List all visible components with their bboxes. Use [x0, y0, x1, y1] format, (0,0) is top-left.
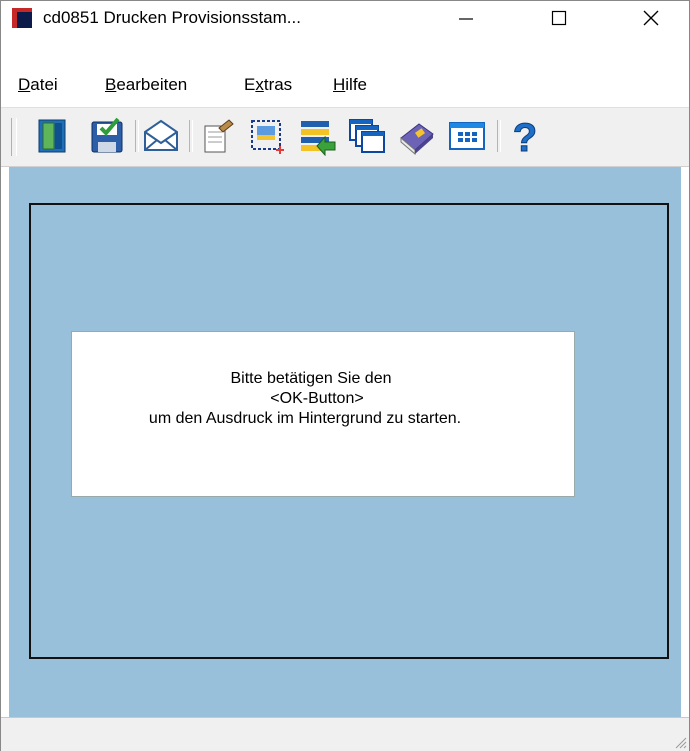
- menu-hilfe-label: ilfe: [345, 75, 368, 94]
- message-box: Bitte betätigen Sie den <OK-Button> um d…: [71, 331, 575, 497]
- message-line-3: um den Ausdruck im Hintergrund zu starte…: [148, 410, 462, 427]
- toolbar-separator: [189, 120, 193, 152]
- resize-grip-icon[interactable]: [673, 735, 687, 749]
- menu-extras-accel: x: [255, 75, 264, 94]
- grid-window-icon[interactable]: [447, 116, 487, 156]
- menu-extras-pre: E: [244, 75, 256, 94]
- maximize-icon: [551, 10, 567, 26]
- message-line-1: Bitte betätigen Sie den: [230, 370, 392, 387]
- menu-datei-accel: D: [18, 75, 31, 94]
- menu-bearbeiten-accel: B: [105, 75, 117, 94]
- menu-datei-label: atei: [30, 75, 58, 94]
- window-title: cd0851 Drucken Provisionsstam...: [43, 8, 301, 27]
- status-bar: [1, 717, 689, 751]
- toolbar: ?: [1, 107, 689, 167]
- app-icon: [12, 8, 32, 28]
- close-button[interactable]: [626, 1, 676, 35]
- toolbar-separator: [497, 120, 501, 152]
- menu-hilfe-accel: H: [333, 75, 346, 94]
- exit-door-icon[interactable]: [33, 116, 73, 156]
- menu-bearbeiten[interactable]: Bearbeiten: [105, 75, 187, 95]
- email-icon[interactable]: [141, 116, 181, 156]
- menu-datei[interactable]: Datei: [18, 75, 58, 95]
- windows-icon[interactable]: [347, 116, 387, 156]
- toolbar-separator: [135, 120, 139, 152]
- edit-icon[interactable]: [197, 116, 237, 156]
- book-icon[interactable]: [397, 116, 437, 156]
- menu-bearbeiten-label: earbeiten: [116, 75, 188, 94]
- minimize-button[interactable]: [441, 1, 491, 35]
- help-glyph: ?: [513, 116, 537, 156]
- title-bar[interactable]: cd0851 Drucken Provisionsstam...: [1, 1, 689, 35]
- save-icon[interactable]: [87, 116, 127, 156]
- select-area-icon[interactable]: [247, 116, 287, 156]
- toolbar-grip[interactable]: [11, 118, 17, 156]
- close-icon: [643, 10, 659, 26]
- print-frame: Bitte betätigen Sie den <OK-Button> um d…: [29, 203, 669, 659]
- maximize-button[interactable]: [534, 1, 584, 35]
- menu-extras[interactable]: Extras: [244, 75, 292, 95]
- list-transfer-icon[interactable]: [297, 116, 337, 156]
- minimize-icon: [459, 18, 473, 20]
- menu-hilfe[interactable]: Hilfe: [333, 75, 367, 95]
- client-area: Bitte betätigen Sie den <OK-Button> um d…: [9, 167, 681, 717]
- application-window: cd0851 Drucken Provisionsstam... Datei B…: [0, 0, 690, 751]
- help-icon[interactable]: ?: [505, 116, 545, 156]
- menu-extras-label: tras: [263, 75, 293, 94]
- message-line-2: <OK-Button>: [270, 390, 364, 407]
